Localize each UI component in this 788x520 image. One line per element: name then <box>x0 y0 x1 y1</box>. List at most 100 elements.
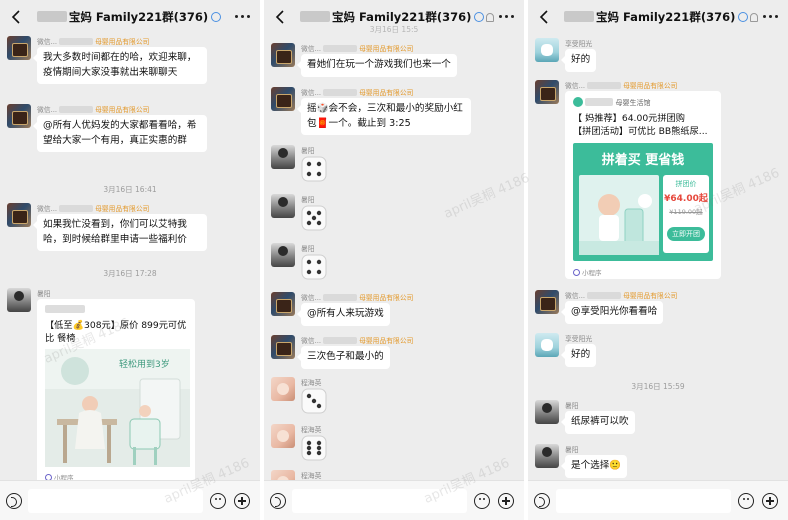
mini-program-card[interactable]: 【低至💰308元】原价 899元可优比 餐椅 轻松用到3岁 小程序 <box>37 299 195 484</box>
card-title-line-2: 【拼团活动】可优比 BB熊纸尿... <box>573 126 708 137</box>
avatar[interactable] <box>271 292 295 316</box>
price-value: ¥64.00起 <box>664 194 708 204</box>
message-input[interactable] <box>556 489 731 513</box>
chat-title: 宝妈 Family221群(376) <box>564 9 759 25</box>
card-header <box>45 305 85 317</box>
plus-icon[interactable] <box>498 493 514 509</box>
avatar[interactable] <box>271 145 295 169</box>
price-label: 拼团价 <box>675 180 697 188</box>
chat-title: 宝妈 Family221群(376) <box>36 9 222 25</box>
chat-panel-3: 宝妈 Family221群(376) 享受阳光 好的 微信... 母婴用品有限公司… <box>528 0 788 520</box>
avatar[interactable] <box>535 80 559 104</box>
message-input[interactable] <box>28 489 203 513</box>
message-bubble[interactable]: 如果我忙没看到，你们可以艾特我哈，到时候给群里申请一些福利价 <box>33 214 207 251</box>
message-bubble[interactable]: @所有人优妈发的大家都看看哈，希望给大家一个有用，真正实惠的群 <box>33 115 207 152</box>
avatar[interactable] <box>7 203 31 227</box>
sender-name: 暑阳 <box>565 446 579 454</box>
sender-name: 享受阳光 <box>565 40 593 48</box>
dice-icon[interactable] <box>301 254 327 280</box>
qq-icon <box>474 12 485 22</box>
card-banner: 拼着买 更省钱 拼团价 ¥64.00起 ¥119.00起 立即开团 <box>573 143 713 261</box>
avatar[interactable] <box>271 335 295 359</box>
avatar[interactable] <box>271 194 295 218</box>
avatar[interactable] <box>271 377 295 401</box>
chat-panel-1: 宝妈 Family221群(376) 微信... 母婴用品有限公司 我大多数时间都… <box>0 0 260 520</box>
sender-name: 暑阳 <box>301 147 315 155</box>
card-title-line-1: 【 妈推荐】64.00元拼团购 <box>573 113 685 124</box>
message-bubble[interactable]: 好的 <box>560 344 597 367</box>
back-icon[interactable] <box>536 7 554 27</box>
sender-name: 微信... 母婴用品有限公司 <box>37 106 150 114</box>
sender-name: 暑阳 <box>301 196 315 204</box>
avatar[interactable] <box>271 87 295 111</box>
chat-header: 宝妈 Family221群(376) <box>528 0 788 34</box>
message-bubble[interactable]: 看她们在玩一个游戏我们也来一个 <box>297 54 457 77</box>
mini-program-card[interactable]: 母婴生活馆 【 妈推荐】64.00元拼团购 【拼团活动】可优比 BB熊纸尿...… <box>565 91 721 279</box>
avatar[interactable] <box>535 400 559 424</box>
card-banner-text: 轻松用到3岁 <box>119 360 170 370</box>
sender-name: 暑阳 <box>37 290 51 298</box>
sender-name: 暑阳 <box>565 402 579 410</box>
avatar[interactable] <box>535 38 559 62</box>
emoji-icon[interactable] <box>738 493 754 509</box>
voice-icon[interactable] <box>270 493 286 509</box>
message-bubble[interactable]: @所有人来玩游戏 <box>297 303 390 326</box>
sender-name: 程海英 <box>301 379 322 387</box>
avatar[interactable] <box>7 288 31 312</box>
input-bar <box>0 480 260 520</box>
avatar[interactable] <box>271 43 295 67</box>
timestamp: 3月16日 16:41 <box>103 185 157 194</box>
voice-icon[interactable] <box>6 493 22 509</box>
avatar[interactable] <box>535 290 559 314</box>
shop-logo-icon <box>573 97 583 107</box>
emoji-icon[interactable] <box>210 493 226 509</box>
timestamp: 3月16日 15:5 <box>369 25 419 34</box>
dice-icon[interactable] <box>301 435 327 461</box>
message-input[interactable] <box>292 489 467 513</box>
dice-icon[interactable] <box>301 156 327 182</box>
dice-icon[interactable] <box>301 205 327 231</box>
mute-icon <box>486 13 495 22</box>
message-bubble[interactable]: 是个选择🙂 <box>560 455 628 478</box>
start-group-button[interactable]: 立即开团 <box>667 227 705 241</box>
sender-name: 微信... 母婴用品有限公司 <box>37 205 150 213</box>
voice-icon[interactable] <box>534 493 550 509</box>
card-banner-title: 拼着买 更省钱 <box>601 153 685 168</box>
avatar[interactable] <box>7 104 31 128</box>
sender-name: 微信... 母婴用品有限公司 <box>37 38 150 46</box>
sender-name: 暑阳 <box>301 245 315 253</box>
message-bubble[interactable]: 好的 <box>560 49 597 72</box>
avatar[interactable] <box>271 424 295 448</box>
screenshot-collage: 宝妈 Family221群(376) 微信... 母婴用品有限公司 我大多数时间都… <box>0 0 788 520</box>
back-icon[interactable] <box>8 7 26 27</box>
qq-icon <box>738 12 749 22</box>
avatar[interactable] <box>271 243 295 267</box>
input-bar <box>264 480 524 520</box>
message-bubble[interactable]: 三次色子和最小的 <box>297 346 390 369</box>
plus-icon[interactable] <box>762 493 778 509</box>
more-icon[interactable] <box>497 9 515 23</box>
chat-header: 宝妈 Family221群(376) <box>0 0 260 34</box>
avatar[interactable] <box>535 333 559 357</box>
message-bubble[interactable]: 摇🎲会不会，三次和最小的奖励小红包🧧一个。截止到 3:25 <box>297 98 471 135</box>
message-bubble[interactable]: 纸尿裤可以吹 <box>561 411 635 434</box>
dice-icon[interactable] <box>301 388 327 414</box>
timestamp: 3月16日 17:28 <box>103 269 157 278</box>
qq-icon <box>211 12 222 22</box>
sender-name: 微信... 母婴用品有限公司 <box>301 294 414 302</box>
avatar[interactable] <box>535 444 559 468</box>
more-icon[interactable] <box>233 9 251 23</box>
sender-name: 享受阳光 <box>565 335 593 343</box>
message-bubble[interactable]: 我大多数时间都在的哈，欢迎来聊，疫情期间大家没事就出来聊聊天 <box>33 47 207 84</box>
more-icon[interactable] <box>761 9 779 23</box>
sender-name: 微信... 母婴用品有限公司 <box>301 337 414 345</box>
plus-icon[interactable] <box>234 493 250 509</box>
emoji-icon[interactable] <box>474 493 490 509</box>
input-bar <box>528 480 788 520</box>
avatar[interactable] <box>7 36 31 60</box>
timestamp: 3月16日 15:59 <box>631 382 685 391</box>
sender-name: 微信... 母婴用品有限公司 <box>565 82 678 90</box>
sender-name: 微信... 母婴用品有限公司 <box>301 89 414 97</box>
sender-name: 程海英 <box>301 472 322 480</box>
message-bubble[interactable]: @享受阳光你看看哈 <box>560 301 664 324</box>
